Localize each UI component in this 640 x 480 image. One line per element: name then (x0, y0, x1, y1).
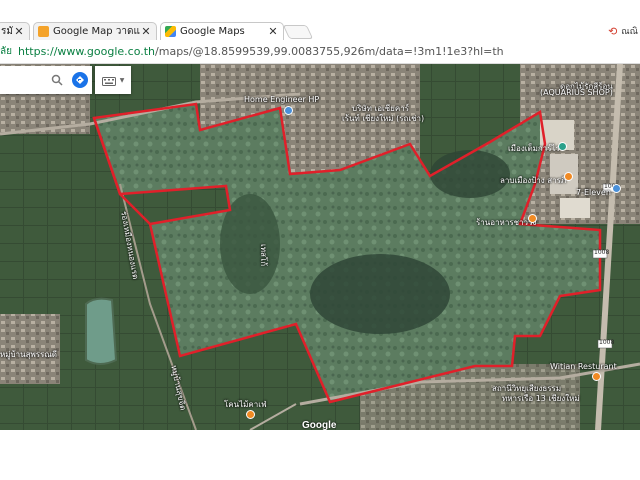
map-label[interactable]: ลาบเมืองป้าง สารภี (500, 174, 566, 187)
address-bar[interactable]: ลัย https://www.google.co.th/maps/@18.85… (0, 40, 640, 64)
chevron-down-icon: ▼ (119, 76, 125, 84)
close-icon[interactable]: ✕ (267, 25, 279, 38)
map-label[interactable]: 7-Eleven (576, 188, 611, 197)
cafe-pin-icon[interactable] (246, 410, 255, 419)
tab-label: รมั (1, 26, 13, 37)
marsh-area (430, 150, 510, 198)
close-icon[interactable]: ✕ (140, 25, 152, 38)
store-pin-icon[interactable] (612, 184, 621, 193)
satellite-imagery (0, 64, 640, 430)
map-label[interactable]: หมู่บ้านสุพรรณดี (0, 348, 57, 361)
tab-label: Google Map วาดแปลงที่ดิน (53, 26, 140, 37)
tab-strip: รมั ✕ Google Map วาดแปลงที่ดิน ✕ Google … (0, 0, 640, 40)
poi-pin-icon[interactable] (558, 142, 567, 151)
satellite-map[interactable]: 1008 1008 1008 Home Engineer HP บริษัท เ… (0, 64, 640, 430)
building (560, 198, 590, 218)
map-label[interactable]: ทหารเรือ 13 เชียงใหม่ (502, 392, 580, 405)
tab-google-maps[interactable]: Google Maps ✕ (160, 22, 284, 40)
directions-icon[interactable] (72, 72, 88, 88)
google-maps-icon (165, 26, 176, 37)
user-name: ณณิ (621, 27, 638, 37)
map-label[interactable]: เมืองเต็มการ์ไร่ (508, 142, 560, 155)
map-search-box[interactable] (0, 66, 92, 94)
user-area[interactable]: ⟲ ณณิ (608, 24, 638, 38)
map-label[interactable]: Witian Resturant (550, 362, 617, 371)
close-icon[interactable]: ✕ (13, 25, 25, 38)
map-label[interactable]: (AQUARIUS SHOP) (540, 88, 613, 97)
url-text[interactable]: https://www.google.co.th/maps/@18.859953… (18, 45, 504, 58)
road-shield-label: 1008 (599, 339, 615, 346)
pond (85, 297, 118, 365)
user-icon: ⟲ (608, 24, 618, 38)
map-label[interactable]: โคนไม้คาเฟ่ (224, 398, 267, 411)
tab-1[interactable]: รมั ✕ (0, 22, 30, 40)
search-icon[interactable] (50, 73, 64, 87)
restaurant-pin-icon[interactable] (564, 172, 573, 181)
search-input[interactable] (0, 66, 48, 94)
tab-label: Google Maps (180, 26, 245, 37)
tab-2[interactable]: Google Map วาดแปลงที่ดิน ✕ (33, 22, 157, 40)
marsh-area (310, 254, 450, 334)
input-tools-button[interactable]: ▼ (95, 66, 131, 94)
keyboard-icon (101, 71, 116, 90)
restaurant-pin-icon[interactable] (528, 214, 537, 223)
poi-pin-icon[interactable] (284, 106, 293, 115)
map-label[interactable]: Home Engineer HP (244, 95, 319, 104)
road-shield-label: 1008 (594, 249, 610, 256)
bottom-blank-area (0, 430, 640, 480)
map-label: เทสโก้ (259, 244, 268, 267)
url-path: /maps/@18.8599539,99.0083755,926m/data=!… (155, 45, 504, 58)
url-host: https://www.google.co.th (18, 45, 156, 58)
secure-label: ลัย (0, 46, 12, 57)
new-tab-button[interactable] (282, 25, 314, 39)
restaurant-pin-icon[interactable] (592, 372, 601, 381)
map-label[interactable]: เร้นท์ เชียงใหม่ (รถเช่า) (342, 112, 424, 125)
blogger-icon (38, 26, 49, 37)
